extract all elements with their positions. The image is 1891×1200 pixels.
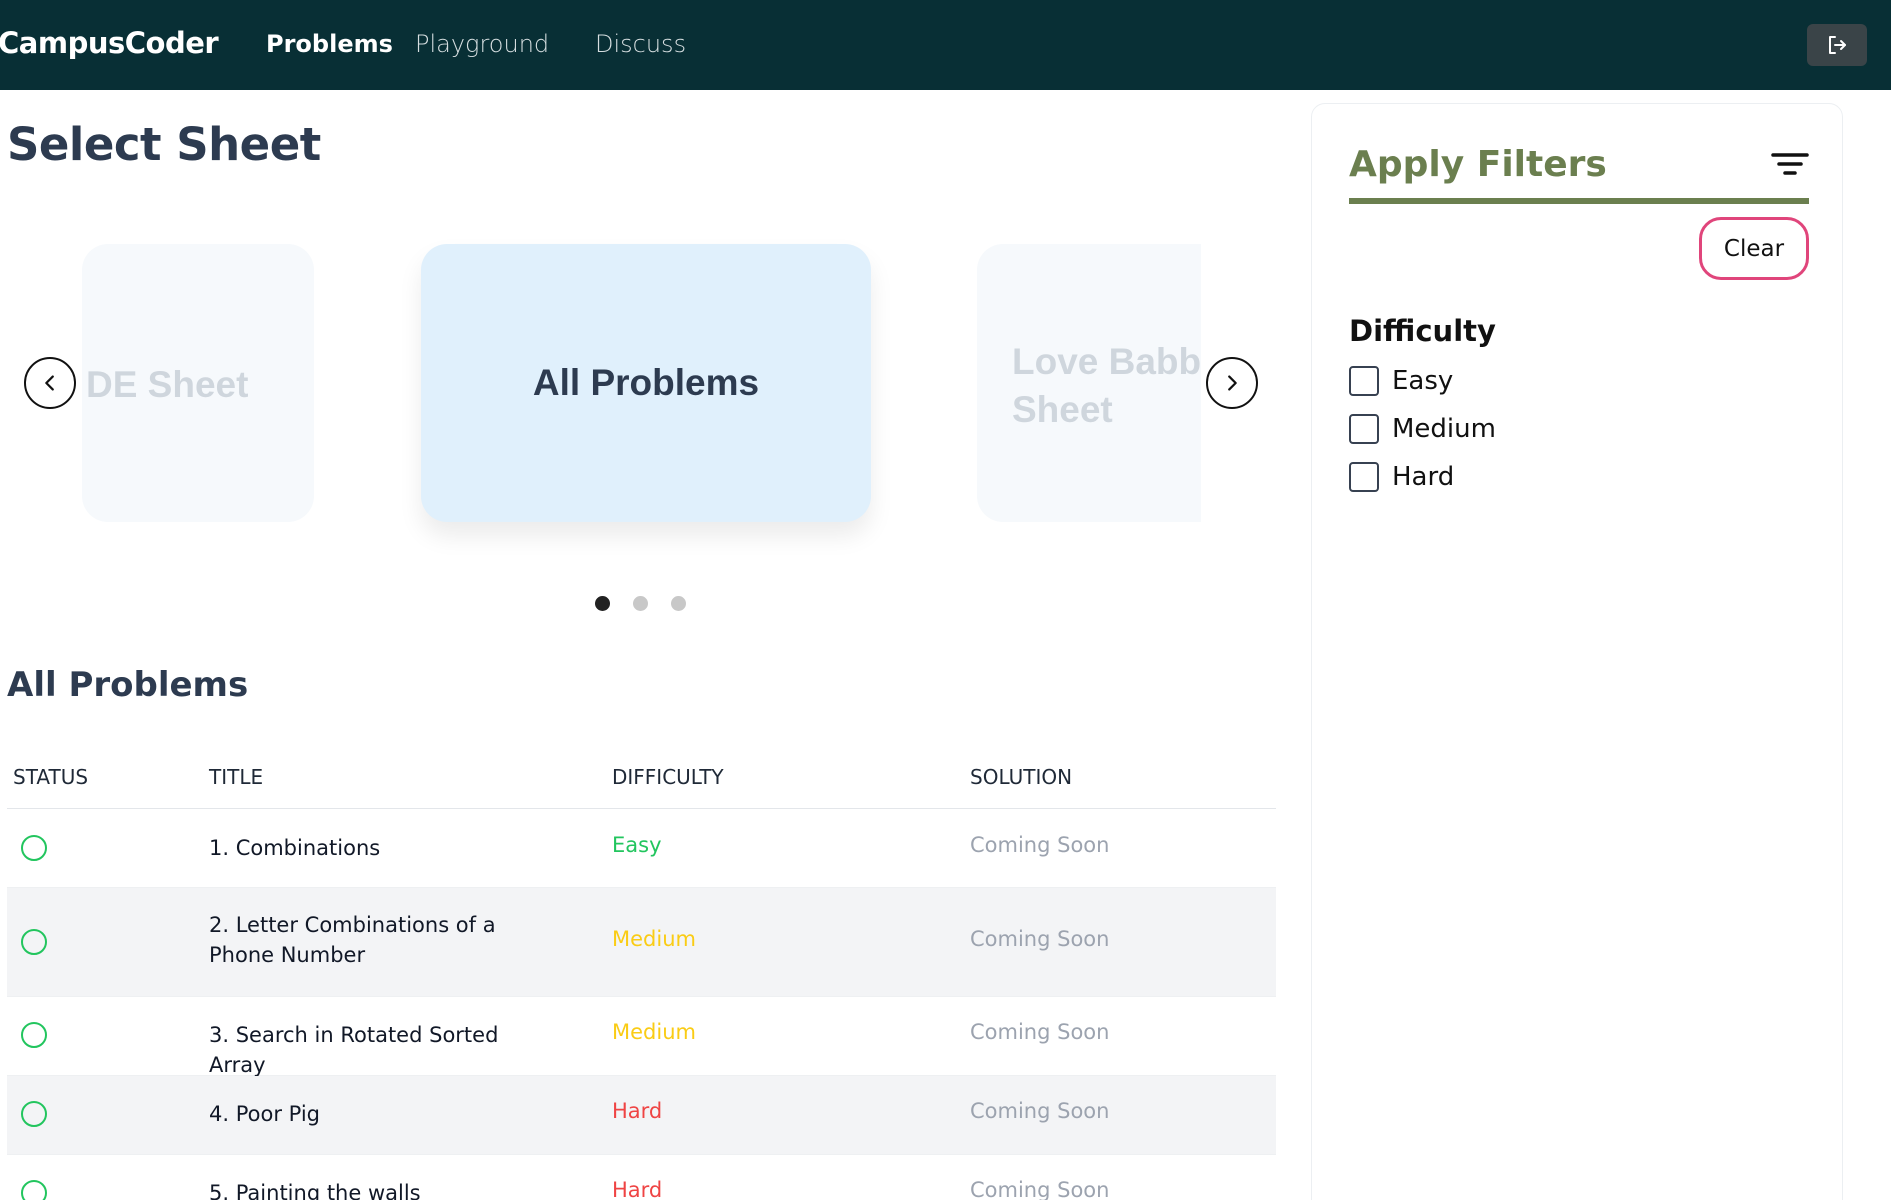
sheet-card-sde[interactable]: DE Sheet: [82, 244, 314, 522]
column-header-title: TITLE: [209, 765, 264, 789]
nav-link-discuss[interactable]: Discuss: [595, 30, 686, 58]
solution-label: Coming Soon: [970, 1178, 1110, 1200]
carousel-next-button[interactable]: [1206, 357, 1258, 409]
carousel-dots: [595, 596, 686, 611]
status-circle-icon: [21, 1180, 47, 1200]
difficulty-label: Hard: [612, 1178, 663, 1200]
solution-label: Coming Soon: [970, 927, 1110, 951]
problems-heading: All Problems: [7, 665, 249, 705]
checkbox-easy[interactable]: [1349, 366, 1379, 396]
filters-divider: [1349, 198, 1809, 204]
logout-icon: [1829, 36, 1846, 54]
brand-logo[interactable]: CampusCoder: [0, 26, 219, 60]
status-circle-icon: [21, 929, 47, 955]
table-row[interactable]: 3. Search in Rotated Sorted Array Medium…: [7, 997, 1276, 1077]
difficulty-label: Medium: [612, 1020, 696, 1044]
carousel-prev-button[interactable]: [24, 357, 76, 409]
table-row[interactable]: 2. Letter Combinations of a Phone Number…: [7, 888, 1276, 997]
solution-label: Coming Soon: [970, 1099, 1110, 1123]
problem-title[interactable]: 4. Poor Pig: [209, 1099, 559, 1129]
select-sheet-heading: Select Sheet: [7, 118, 321, 171]
filters-title: Apply Filters: [1349, 144, 1607, 185]
problem-title[interactable]: 2. Letter Combinations of a Phone Number: [209, 910, 559, 970]
filter-option-medium[interactable]: Medium: [1349, 414, 1496, 444]
difficulty-filter-heading: Difficulty: [1349, 314, 1496, 348]
filters-panel: Apply Filters Clear Difficulty Easy Medi…: [1311, 103, 1843, 1200]
clear-filters-button[interactable]: Clear: [1699, 217, 1809, 280]
sheet-card-label: Love Babba Sheet: [1012, 341, 1201, 430]
carousel-dot-1[interactable]: [595, 596, 610, 611]
status-circle-icon: [21, 835, 47, 861]
filter-option-hard[interactable]: Hard: [1349, 462, 1454, 492]
table-header: STATUS TITLE DIFFICULTY SOLUTION: [7, 750, 1276, 809]
difficulty-label: Hard: [612, 1099, 663, 1123]
filter-option-label: Medium: [1392, 414, 1496, 444]
top-navbar: CampusCoder Problems Playground Discuss: [0, 0, 1891, 90]
table-row[interactable]: 5. Painting the walls Hard Coming Soon: [7, 1155, 1276, 1200]
nav-link-playground[interactable]: Playground: [415, 30, 549, 58]
status-circle-icon: [21, 1101, 47, 1127]
logout-button[interactable]: [1807, 24, 1867, 66]
chevron-right-icon: [1228, 375, 1237, 391]
table-row[interactable]: 4. Poor Pig Hard Coming Soon: [7, 1076, 1276, 1155]
column-header-status: STATUS: [13, 765, 89, 789]
sheet-card-love-babbar[interactable]: Love Babba Sheet: [977, 244, 1201, 522]
checkbox-medium[interactable]: [1349, 414, 1379, 444]
solution-label: Coming Soon: [970, 833, 1110, 857]
problem-title[interactable]: 1. Combinations: [209, 833, 559, 863]
sheet-card-label: All Problems: [532, 362, 760, 403]
sheet-card-all-problems[interactable]: All Problems: [421, 244, 871, 522]
carousel-dot-3[interactable]: [671, 596, 686, 611]
solution-label: Coming Soon: [970, 1020, 1110, 1044]
checkbox-hard[interactable]: [1349, 462, 1379, 492]
problems-table: STATUS TITLE DIFFICULTY SOLUTION 1. Comb…: [7, 750, 1276, 1200]
filter-lines-icon[interactable]: [1770, 150, 1810, 178]
status-circle-icon: [21, 1022, 47, 1048]
difficulty-label: Medium: [612, 927, 696, 951]
sheet-card-label: DE Sheet: [86, 364, 249, 405]
nav-link-problems[interactable]: Problems: [266, 30, 393, 58]
filter-option-label: Hard: [1392, 462, 1455, 492]
difficulty-label: Easy: [612, 833, 662, 857]
sheet-carousel: DE Sheet All Problems Love Babba Sheet: [0, 240, 1270, 570]
problem-title[interactable]: 5. Painting the walls: [209, 1178, 559, 1200]
carousel-dot-2[interactable]: [633, 596, 648, 611]
chevron-left-icon: [45, 375, 54, 391]
column-header-difficulty: DIFFICULTY: [612, 765, 724, 789]
filter-option-label: Easy: [1392, 366, 1454, 396]
filter-option-easy[interactable]: Easy: [1349, 366, 1453, 396]
column-header-solution: SOLUTION: [970, 765, 1073, 789]
problem-title[interactable]: 3. Search in Rotated Sorted Array: [209, 1020, 559, 1080]
table-row[interactable]: 1. Combinations Easy Coming Soon: [7, 809, 1276, 888]
